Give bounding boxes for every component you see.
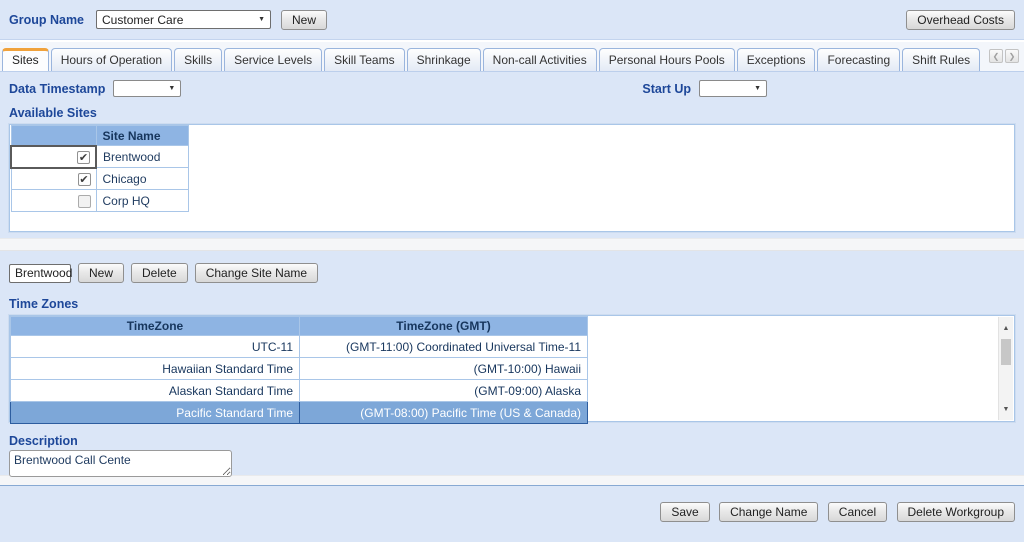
checkbox-checked-icon[interactable]: ✔ <box>77 172 91 186</box>
new-site-button[interactable]: New <box>78 263 125 283</box>
checkbox-checked-icon[interactable]: ✔ <box>77 150 90 164</box>
table-header-row: TimeZone TimeZone (GMT) <box>10 316 588 336</box>
timezone-gmt-column-header: TimeZone (GMT) <box>299 316 588 336</box>
description-label: Description <box>9 434 78 448</box>
tab-personal-hours-pools[interactable]: Personal Hours Pools <box>598 48 735 71</box>
tab-skills[interactable]: Skills <box>174 48 223 71</box>
cancel-button[interactable]: Cancel <box>827 502 888 522</box>
scroll-up-icon[interactable]: ▲ <box>999 321 1013 335</box>
time-zones-title-wrap: Time Zones <box>9 297 1015 311</box>
new-group-button[interactable]: New <box>281 9 328 30</box>
available-sites-title: Available Sites <box>9 106 97 120</box>
table-row[interactable]: Alaskan Standard Time (GMT-09:00) Alaska <box>10 379 588 402</box>
timezone-gmt-cell[interactable]: (GMT-09:00) Alaska <box>299 379 588 402</box>
table-row[interactable]: Hawaiian Standard Time (GMT-10:00) Hawai… <box>10 357 588 380</box>
site-name-column-header: Site Name <box>95 125 189 146</box>
timezone-cell[interactable]: UTC-11 <box>10 335 300 358</box>
available-sites-table: Site Name ✔ Brentwood ✔ Chicago Corp HQ <box>10 125 189 212</box>
delete-site-button[interactable]: Delete <box>131 263 188 283</box>
tab-skill-teams[interactable]: Skill Teams <box>324 48 405 71</box>
timezone-cell[interactable]: Pacific Standard Time <box>10 401 300 424</box>
group-name-value: Customer Care <box>102 12 184 27</box>
site-name-cell[interactable]: Corp HQ <box>95 189 189 212</box>
start-up-label: Start Up <box>642 81 691 96</box>
chevron-down-icon: ▼ <box>168 85 176 92</box>
data-timestamp-label: Data Timestamp <box>9 81 106 96</box>
timezone-column-header: TimeZone <box>10 316 300 336</box>
timezone-gmt-cell[interactable]: (GMT-08:00) Pacific Time (US & Canada) <box>299 401 588 424</box>
time-zones-panel: TimeZone TimeZone (GMT) UTC-11 (GMT-11:0… <box>9 315 1015 424</box>
vertical-scrollbar[interactable]: ▲ ▼ <box>998 317 1013 420</box>
start-up-wrap: Start Up ▼ <box>642 80 767 97</box>
time-zones-title: Time Zones <box>9 297 79 311</box>
tab-sites[interactable]: Sites <box>2 48 49 71</box>
save-button[interactable]: Save <box>660 502 710 522</box>
tab-exceptions[interactable]: Exceptions <box>736 48 816 71</box>
site-select[interactable]: Brentwood ▼ <box>9 263 85 283</box>
footer-actions: Save Change Name Cancel Delete Workgroup <box>0 485 1024 542</box>
description-textarea[interactable]: Brentwood Call Cente <box>9 450 232 477</box>
top-bar: Group Name Customer Care ▼ New Overhead … <box>0 0 1024 40</box>
group-name-select[interactable]: Customer Care ▼ <box>96 10 272 29</box>
section-divider <box>0 238 1024 251</box>
group-name-label: Group Name <box>9 12 85 27</box>
tab-shift-rules[interactable]: Shift Rules <box>902 48 981 71</box>
tab-scroll-right-icon[interactable]: ❯ <box>1005 49 1019 63</box>
tab-scroll-left-icon[interactable]: ❮ <box>989 49 1003 63</box>
site-checkbox-cell[interactable] <box>10 189 97 212</box>
overhead-costs-button[interactable]: Overhead Costs <box>906 9 1015 30</box>
tab-hours-of-operation[interactable]: Hours of Operation <box>50 48 173 71</box>
timezone-cell[interactable]: Alaskan Standard Time <box>10 379 300 402</box>
data-timestamp-select[interactable]: ▼ <box>113 80 182 97</box>
table-row[interactable]: Corp HQ <box>10 189 189 212</box>
table-header-row: Site Name <box>10 125 189 146</box>
filters-row: Data Timestamp ▼ Start Up ▼ <box>9 80 1015 97</box>
tab-bar: Sites Hours of Operation Skills Service … <box>0 42 1024 71</box>
scroll-down-icon[interactable]: ▼ <box>999 402 1013 416</box>
timezone-cell[interactable]: Hawaiian Standard Time <box>10 357 300 380</box>
tab-scroll-controls: ❮ ❯ <box>989 49 1019 63</box>
table-row[interactable]: ✔ Chicago <box>10 167 189 190</box>
tab-service-levels[interactable]: Service Levels <box>224 48 323 71</box>
site-checkbox-cell[interactable]: ✔ <box>10 144 97 169</box>
site-toolbar: Brentwood ▼ New Delete Change Site Name <box>9 263 1015 283</box>
time-zones-table: TimeZone TimeZone (GMT) UTC-11 (GMT-11:0… <box>10 316 588 424</box>
chevron-down-icon: ▼ <box>258 16 266 23</box>
available-sites-panel: Site Name ✔ Brentwood ✔ Chicago Corp HQ <box>9 124 1015 232</box>
change-site-name-button[interactable]: Change Site Name <box>194 263 319 283</box>
site-name-cell[interactable]: Chicago <box>95 167 189 190</box>
delete-workgroup-button[interactable]: Delete Workgroup <box>896 502 1015 522</box>
tab-shrinkage[interactable]: Shrinkage <box>406 48 481 71</box>
site-checkbox-cell[interactable]: ✔ <box>10 167 97 190</box>
checkbox-unchecked-icon[interactable] <box>77 194 91 208</box>
scrollbar-thumb[interactable] <box>1001 339 1011 365</box>
timezone-gmt-cell[interactable]: (GMT-10:00) Hawaii <box>299 357 588 380</box>
site-name-cell[interactable]: Brentwood <box>95 145 189 168</box>
table-row-selected[interactable]: Pacific Standard Time (GMT-08:00) Pacifi… <box>10 401 588 424</box>
site-select-value: Brentwood <box>15 266 73 280</box>
timezone-gmt-cell[interactable]: (GMT-11:00) Coordinated Universal Time-1… <box>299 335 588 358</box>
tab-forecasting[interactable]: Forecasting <box>817 48 901 71</box>
table-row[interactable]: UTC-11 (GMT-11:00) Coordinated Universal… <box>10 335 588 358</box>
checkbox-column-header <box>10 125 97 146</box>
sites-section: Data Timestamp ▼ Start Up ▼ Available Si… <box>0 71 1024 238</box>
start-up-select[interactable]: ▼ <box>699 80 767 97</box>
tab-non-call-activities[interactable]: Non-call Activities <box>482 48 597 71</box>
chevron-down-icon: ▼ <box>754 85 761 92</box>
change-name-button[interactable]: Change Name <box>719 502 819 522</box>
site-detail-section: Brentwood ▼ New Delete Change Site Name … <box>0 251 1024 477</box>
table-row[interactable]: ✔ Brentwood <box>10 144 189 169</box>
